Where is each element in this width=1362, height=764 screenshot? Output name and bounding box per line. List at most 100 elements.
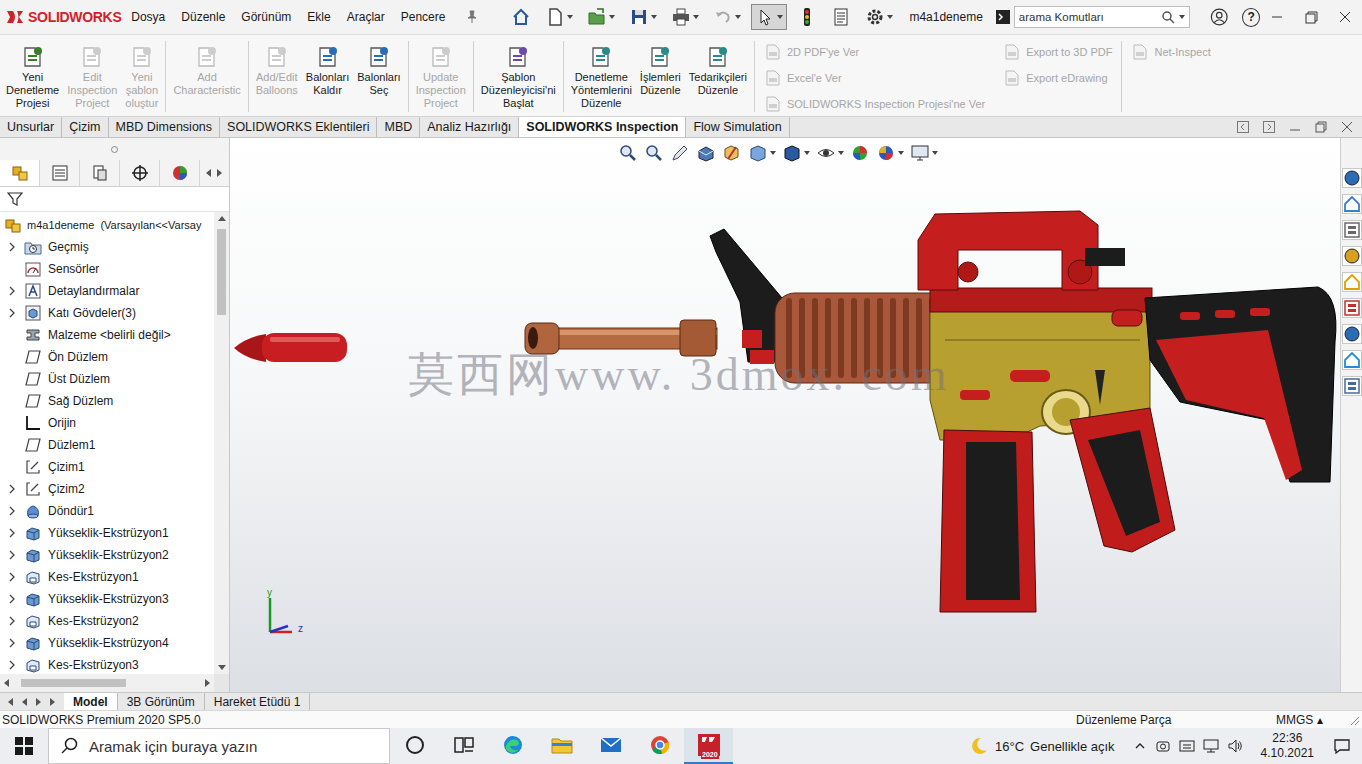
quick-access-button[interactable] xyxy=(583,4,619,30)
document-tab[interactable]: Hareket Etüdü 1 xyxy=(205,693,311,710)
close-icon[interactable] xyxy=(1328,7,1362,27)
tree-item[interactable]: Yükseklik-Ekstrüzyon2 xyxy=(0,544,214,566)
view-tool-button[interactable] xyxy=(748,143,776,163)
vertical-scrollbar[interactable] xyxy=(214,212,229,674)
panel-tab[interactable] xyxy=(40,160,80,186)
weather-widget[interactable]: 16°C Genellikle açık xyxy=(959,728,1125,764)
taskbar-app[interactable] xyxy=(635,728,684,764)
previous-tab-button[interactable] xyxy=(22,698,27,706)
view-tool-button[interactable] xyxy=(618,143,638,163)
view-tool-button[interactable] xyxy=(782,143,810,163)
dropdown-caret[interactable] xyxy=(567,15,573,19)
quick-access-button[interactable] xyxy=(751,4,787,30)
quick-access-button[interactable] xyxy=(541,4,577,30)
taskbar-search[interactable]: Aramak için buraya yazın xyxy=(48,728,390,764)
menu-item[interactable]: Pencere xyxy=(393,10,454,24)
menu-item[interactable]: Düzenle xyxy=(173,10,233,24)
ribbon-small-button[interactable]: Net-Inspect xyxy=(1131,41,1210,63)
panel-handle[interactable] xyxy=(0,138,229,160)
tree-item[interactable]: Detaylandırmalar xyxy=(0,280,214,302)
dropdown-caret[interactable] xyxy=(651,15,657,19)
task-pane-tab[interactable] xyxy=(1342,350,1362,370)
scroll-left-button[interactable] xyxy=(4,679,9,687)
task-pane-tab[interactable] xyxy=(1342,168,1362,188)
help-button[interactable]: ? xyxy=(1242,8,1260,27)
menu-item[interactable]: Ekle xyxy=(299,10,338,24)
tree-item[interactable]: Yükseklik-Ekstrüzyon3 xyxy=(0,588,214,610)
command-tab[interactable]: SOLIDWORKS Inspection xyxy=(519,117,686,137)
start-button[interactable] xyxy=(0,728,48,764)
rifle-model[interactable] xyxy=(230,138,1340,692)
expand-toggle[interactable] xyxy=(8,308,18,318)
tree-filter[interactable] xyxy=(0,187,229,212)
user-icon[interactable] xyxy=(1210,7,1228,27)
ribbon-button[interactable]: İşlemleriDüzenle xyxy=(636,39,685,114)
graphics-area[interactable]: 莫西网www. 3dmox. com yz xyxy=(230,138,1340,692)
view-tool-button[interactable] xyxy=(910,143,938,163)
expand-toggle[interactable] xyxy=(8,550,18,560)
view-tool-button[interactable] xyxy=(670,143,690,163)
restore-icon[interactable] xyxy=(1314,120,1328,134)
expand-toggle[interactable] xyxy=(8,286,18,296)
ribbon-button[interactable]: AddCharacteristic xyxy=(169,39,244,114)
quick-access-button[interactable] xyxy=(625,4,661,30)
dropdown-caret[interactable] xyxy=(735,15,741,19)
tree-item[interactable]: Orijin xyxy=(0,412,214,434)
scroll-up-button[interactable] xyxy=(218,216,226,221)
tree-item[interactable]: Katı Gövdeler(3) xyxy=(0,302,214,324)
clock[interactable]: 22:36 4.10.2021 xyxy=(1251,728,1324,764)
command-tab[interactable]: Analiz Hazırlığı xyxy=(420,117,519,137)
taskbar-app[interactable] xyxy=(488,728,537,764)
panel-right-icon[interactable] xyxy=(1262,120,1276,134)
bullet[interactable] xyxy=(234,333,347,362)
speaker-icon[interactable] xyxy=(1227,738,1243,754)
ribbon-button[interactable]: BalonlarıSeç xyxy=(353,39,404,114)
taskbar-app[interactable]: 2020 xyxy=(684,728,733,764)
horizontal-scrollbar[interactable] xyxy=(0,674,229,692)
ribbon-button[interactable]: ŞablonDüzenleyicisi'niBaşlat xyxy=(477,39,560,114)
dropdown-caret[interactable] xyxy=(609,15,615,19)
ribbon-button[interactable]: UpdateInspectionProject xyxy=(412,39,470,114)
ribbon-small-button[interactable]: Export to 3D PDF xyxy=(1003,41,1112,63)
units-selector[interactable]: MMGS ▴ xyxy=(1276,713,1348,727)
close-icon[interactable] xyxy=(1340,120,1354,134)
scroll-right-button[interactable] xyxy=(205,679,210,687)
scroll-right-button[interactable] xyxy=(217,169,222,177)
menu-item[interactable]: Araçlar xyxy=(339,10,393,24)
ribbon-small-button[interactable]: 2D PDF'ye Ver xyxy=(764,41,985,63)
quick-access-button[interactable] xyxy=(667,4,703,30)
quick-access-button[interactable] xyxy=(861,4,897,30)
task-pane-tab[interactable] xyxy=(1342,246,1362,266)
expand-toggle[interactable] xyxy=(8,528,18,538)
command-tab[interactable]: Unsurlar xyxy=(0,117,62,137)
ribbon-button[interactable]: EditInspectionProject xyxy=(63,39,121,114)
expand-toggle[interactable] xyxy=(8,616,18,626)
ribbon-button[interactable]: YeniDenetlemeProjesi xyxy=(2,39,63,114)
command-tab[interactable]: Çizim xyxy=(62,117,108,137)
camera-icon[interactable] xyxy=(1155,738,1171,754)
command-tab[interactable]: SOLIDWORKS Eklentileri xyxy=(220,117,377,137)
view-tool-button[interactable] xyxy=(696,143,716,163)
quick-access-button[interactable] xyxy=(793,4,821,30)
document-tab[interactable]: Model xyxy=(64,693,118,710)
view-tool-button[interactable] xyxy=(876,143,904,163)
next-tab-button[interactable] xyxy=(36,698,41,706)
view-tool-button[interactable] xyxy=(816,143,844,163)
task-pane-tab[interactable] xyxy=(1342,272,1362,292)
pin-icon[interactable] xyxy=(465,10,479,24)
task-pane-tab[interactable] xyxy=(1342,324,1362,344)
minimize-icon[interactable] xyxy=(1260,7,1294,27)
input-icon[interactable] xyxy=(1179,738,1195,754)
tree-item[interactable]: Ön Düzlem xyxy=(0,346,214,368)
last-tab-button[interactable] xyxy=(50,698,55,706)
panel-left-icon[interactable] xyxy=(1236,120,1250,134)
quick-access-button[interactable] xyxy=(507,4,535,30)
task-pane-tab[interactable] xyxy=(1342,220,1362,240)
minimize-icon[interactable] xyxy=(1288,120,1302,134)
tree-item[interactable]: Üst Düzlem xyxy=(0,368,214,390)
expand-toggle[interactable] xyxy=(8,242,18,252)
network-icon[interactable] xyxy=(1203,738,1219,754)
taskbar-app[interactable] xyxy=(439,728,488,764)
expand-toggle[interactable] xyxy=(8,484,18,494)
ribbon-button[interactable]: DenetlemeYöntemleriniDüzenle xyxy=(567,39,636,114)
